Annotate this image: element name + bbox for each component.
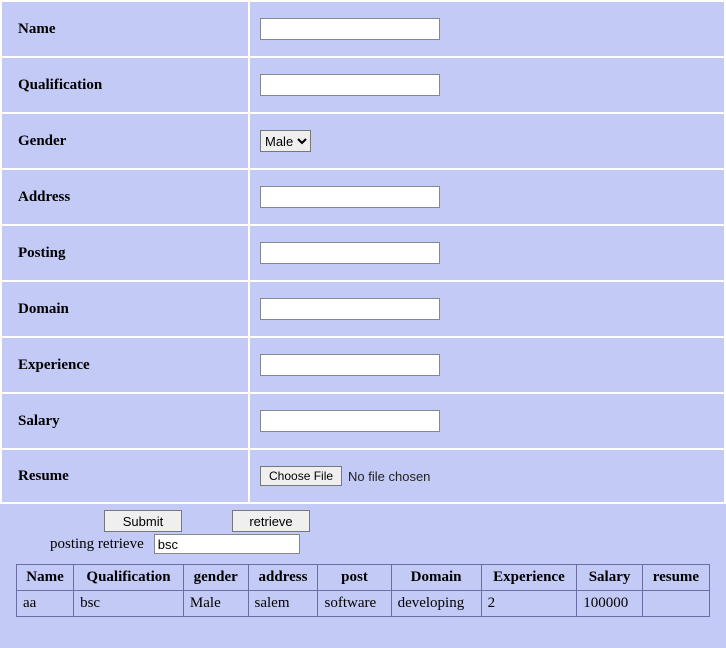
- table-header: Name: [17, 565, 74, 591]
- salary-input[interactable]: [260, 410, 440, 432]
- posting-label: Posting: [1, 225, 249, 281]
- table-header: post: [318, 565, 391, 591]
- table-cell: aa: [17, 591, 74, 617]
- table-header: resume: [642, 565, 709, 591]
- table-header: Salary: [577, 565, 643, 591]
- retrieve-button[interactable]: retrieve: [232, 510, 310, 532]
- table-cell: salem: [248, 591, 318, 617]
- table-header: Qualification: [74, 565, 184, 591]
- table-cell: [642, 591, 709, 617]
- resume-label: Resume: [1, 449, 249, 503]
- choose-file-button[interactable]: Choose File: [260, 466, 342, 486]
- gender-select[interactable]: Male: [260, 130, 311, 152]
- table-header: Domain: [391, 565, 481, 591]
- posting-retrieve-input[interactable]: [154, 534, 300, 554]
- employee-form: Name Qualification Gender Male Address P…: [0, 0, 726, 504]
- posting-retrieve-label: posting retrieve: [50, 536, 144, 553]
- domain-input[interactable]: [260, 298, 440, 320]
- qualification-input[interactable]: [260, 74, 440, 96]
- gender-label: Gender: [1, 113, 249, 169]
- address-label: Address: [1, 169, 249, 225]
- table-header: Experience: [481, 565, 577, 591]
- table-cell: bsc: [74, 591, 184, 617]
- table-cell: Male: [183, 591, 248, 617]
- table-cell: software: [318, 591, 391, 617]
- results-table: NameQualificationgenderaddresspostDomain…: [16, 564, 710, 617]
- address-input[interactable]: [260, 186, 440, 208]
- table-header: gender: [183, 565, 248, 591]
- retrieve-row: posting retrieve: [0, 534, 726, 554]
- qualification-label: Qualification: [1, 57, 249, 113]
- name-label: Name: [1, 1, 249, 57]
- salary-label: Salary: [1, 393, 249, 449]
- table-cell: 2: [481, 591, 577, 617]
- table-header: address: [248, 565, 318, 591]
- domain-label: Domain: [1, 281, 249, 337]
- table-cell: 100000: [577, 591, 643, 617]
- experience-input[interactable]: [260, 354, 440, 376]
- file-status-text: No file chosen: [348, 469, 430, 484]
- action-row: Submit retrieve: [0, 510, 726, 532]
- table-row: aabscMalesalemsoftwaredeveloping2100000: [17, 591, 710, 617]
- posting-input[interactable]: [260, 242, 440, 264]
- table-cell: developing: [391, 591, 481, 617]
- name-input[interactable]: [260, 18, 440, 40]
- submit-button[interactable]: Submit: [104, 510, 182, 532]
- experience-label: Experience: [1, 337, 249, 393]
